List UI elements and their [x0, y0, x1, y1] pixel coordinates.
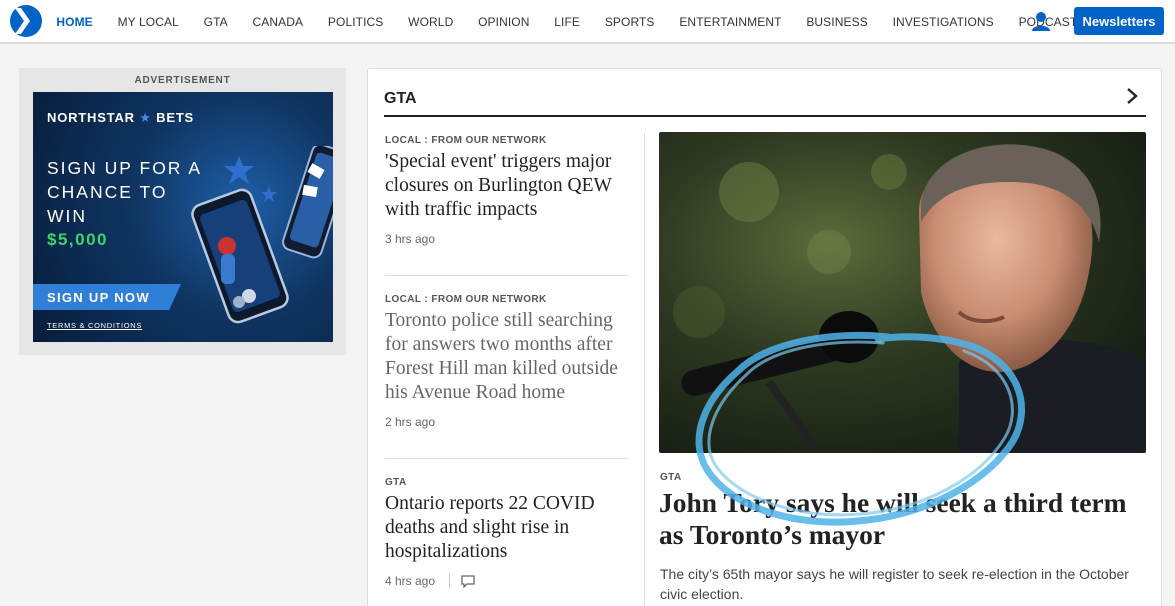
nav-item-opinion[interactable]: OPINION — [466, 15, 542, 29]
lead-story-headline[interactable]: John Tory says he will seek a third term… — [659, 487, 1154, 551]
user-icon[interactable] — [1030, 10, 1052, 32]
phones-illustration — [191, 146, 333, 324]
nav-item-business[interactable]: BUSINESS — [794, 15, 880, 29]
advertisement-panel: ADVERTISEMENT NORTHSTAR ★ BETS SIGN UP F… — [19, 68, 346, 355]
ad-banner[interactable]: NORTHSTAR ★ BETS SIGN UP FOR A CHANCE TO… — [33, 92, 333, 342]
section-title[interactable]: GTA — [384, 90, 417, 108]
nav-item-life[interactable]: LIFE — [542, 15, 593, 29]
nav-item-canada[interactable]: CANADA — [240, 15, 315, 29]
nav-item-investigations[interactable]: INVESTIGATIONS — [880, 15, 1006, 29]
newsletters-button[interactable]: Newsletters — [1074, 7, 1164, 35]
ad-brand-logo: NORTHSTAR ★ BETS — [47, 110, 194, 126]
chevron-right-icon[interactable] — [1125, 87, 1139, 105]
story-time: 2 hrs ago — [385, 415, 436, 429]
story-item[interactable]: GTA Ontario reports 22 COVID deaths and … — [385, 477, 628, 588]
ad-brand-star-icon: ★ — [139, 110, 152, 125]
column-divider — [644, 133, 645, 606]
story-divider — [385, 275, 628, 276]
story-headline[interactable]: Ontario reports 22 COVID deaths and slig… — [385, 492, 628, 564]
ad-terms-link[interactable]: TERMS & CONDITIONS — [47, 321, 142, 330]
lead-story-kicker: GTA — [660, 472, 682, 483]
story-kicker: LOCAL : FROM OUR NETWORK — [385, 294, 547, 305]
story-time: 4 hrs ago — [385, 574, 436, 588]
nav-menu: HOME MY LOCAL GTA CANADA POLITICS WORLD … — [44, 0, 1098, 44]
gta-section-card: GTA LOCAL : FROM OUR NETWORK 'Special ev… — [367, 68, 1162, 606]
story-item[interactable]: LOCAL : FROM OUR NETWORK Toronto police … — [385, 294, 628, 429]
lead-story-photo[interactable] — [659, 132, 1146, 453]
star-logo-icon[interactable] — [10, 4, 42, 38]
nav-item-world[interactable]: WORLD — [396, 15, 466, 29]
story-timestamp: 2 hrs ago — [385, 415, 628, 429]
ad-prize-amount: $5,000 — [47, 230, 108, 249]
lead-story-summary: The city’s 65th mayor says he will regis… — [660, 566, 1129, 602]
nav-item-gta[interactable]: GTA — [191, 15, 240, 29]
story-timestamp: 3 hrs ago — [385, 232, 628, 246]
nav-item-politics[interactable]: POLITICS — [316, 15, 396, 29]
ad-brand-name: NORTHSTAR — [47, 110, 135, 125]
story-divider — [385, 458, 628, 459]
story-headline[interactable]: Toronto police still searching for answe… — [385, 309, 628, 405]
nav-item-home[interactable]: HOME — [44, 15, 105, 29]
story-headline[interactable]: 'Special event' triggers major closures … — [385, 150, 628, 222]
nav-item-sports[interactable]: SPORTS — [592, 15, 667, 29]
ad-brand-suffix: BETS — [156, 110, 195, 125]
nav-item-entertainment[interactable]: ENTERTAINMENT — [667, 15, 794, 29]
advertisement-label: ADVERTISEMENT — [134, 75, 231, 86]
story-kicker: LOCAL : FROM OUR NETWORK — [385, 135, 547, 146]
story-time: 3 hrs ago — [385, 232, 436, 246]
section-divider — [384, 115, 1146, 117]
story-timestamp: 4 hrs ago — [385, 574, 628, 588]
story-kicker: GTA — [385, 477, 407, 488]
nav-item-my-local[interactable]: MY LOCAL — [105, 15, 191, 29]
comment-icon[interactable] — [449, 574, 476, 588]
ad-signup-button[interactable]: SIGN UP NOW — [33, 284, 181, 310]
top-navigation: HOME MY LOCAL GTA CANADA POLITICS WORLD … — [0, 0, 1175, 44]
story-item[interactable]: LOCAL : FROM OUR NETWORK 'Special event'… — [385, 135, 628, 246]
